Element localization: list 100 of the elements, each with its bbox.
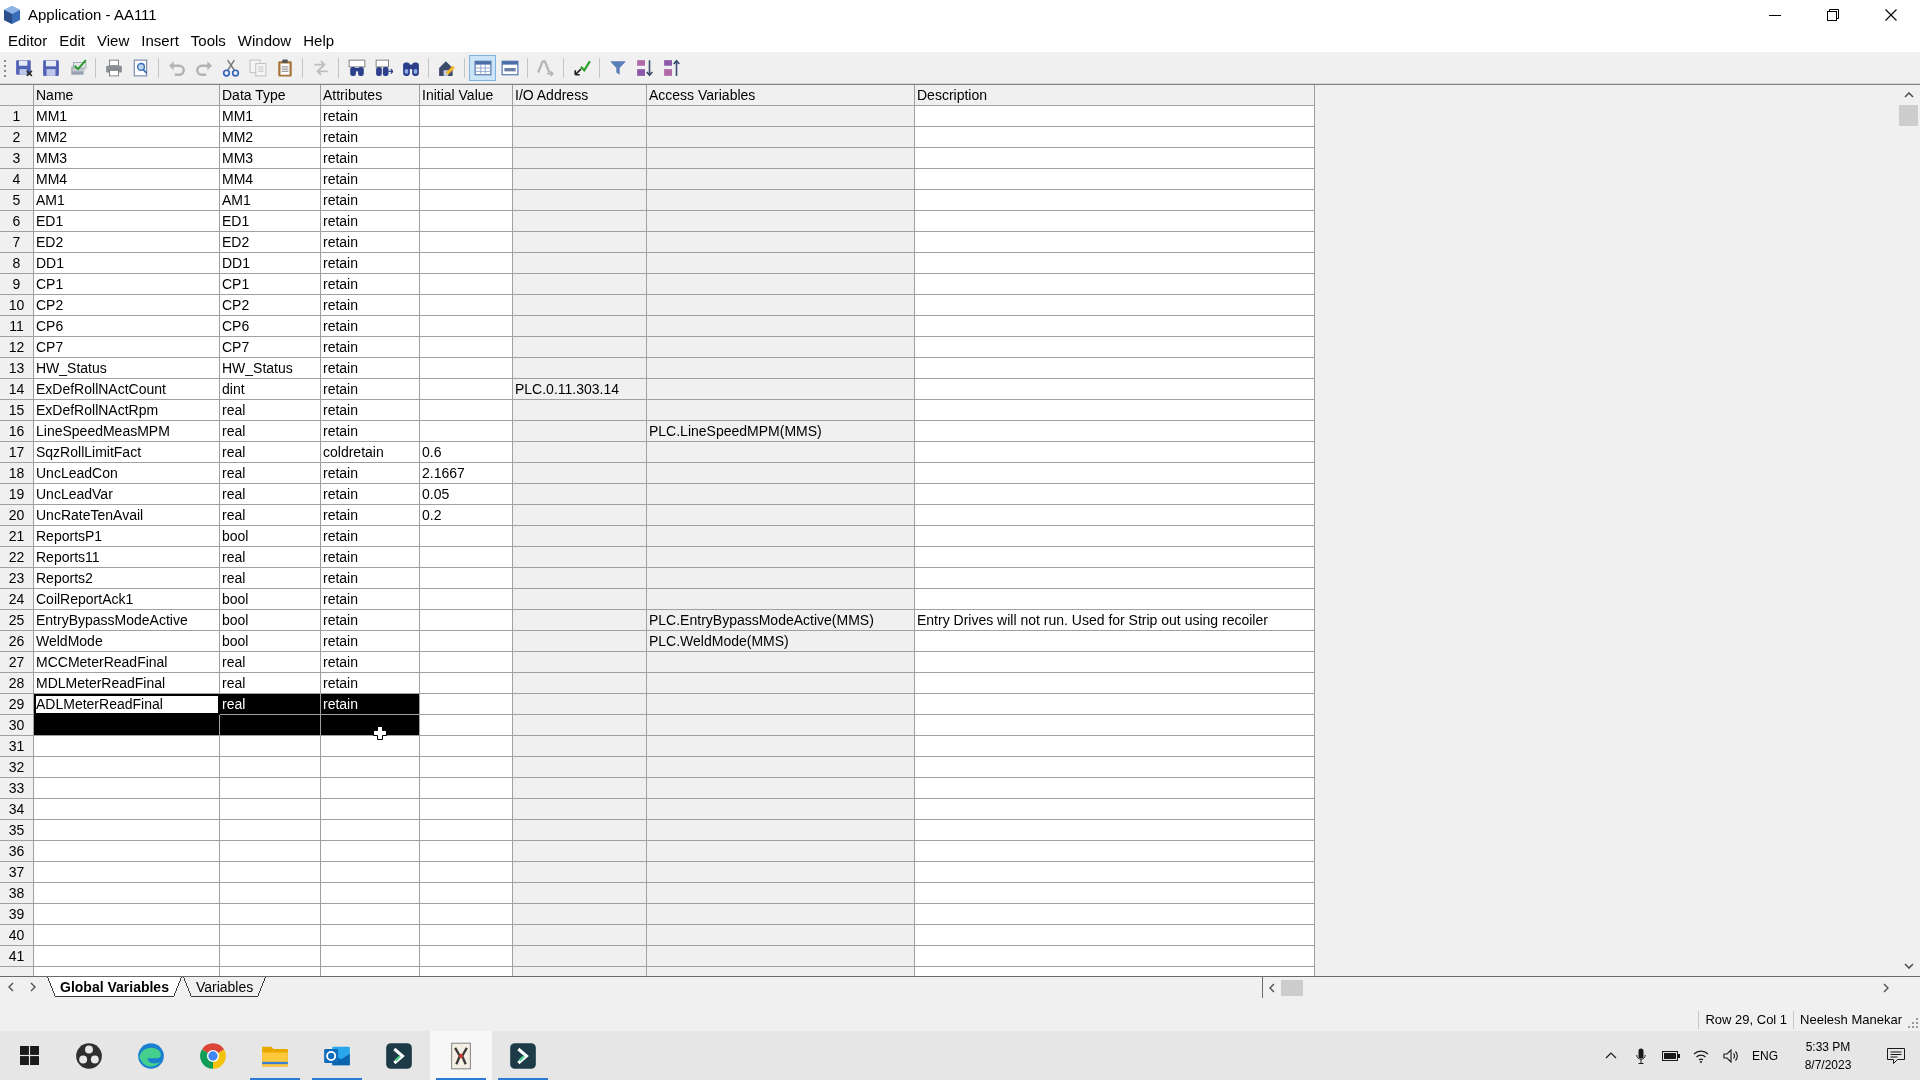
row-number: 29 [0,694,34,715]
menu-item[interactable]: Edit [53,31,92,51]
cube-icon [2,5,22,25]
table-cell: retain [321,568,420,589]
table-cell: retain [321,631,420,652]
window-title: Application - AA111 [28,5,157,25]
table-cell: ED1 [220,211,321,232]
sheet-tab[interactable]: Variables [182,977,267,997]
menu-item[interactable]: Window [231,31,298,51]
table-cell: PLC.WeldMode(MMS) [647,631,915,652]
column-header[interactable]: Access Variables [647,85,915,106]
row-number: 35 [0,820,34,841]
printer-icon [104,58,123,77]
table-cell: retain [321,358,420,379]
table-cell: CP7 [220,337,321,358]
window-panel-icon [500,58,519,77]
table-cell: MDLMeterReadFinal [34,673,220,694]
language-button[interactable]: ENG [1746,1031,1784,1080]
toolbar-button[interactable] [469,54,496,81]
sheet-tab[interactable]: Global Variables [47,977,182,997]
scrollbar-thumb[interactable] [1899,105,1918,126]
table-cell: DD1 [34,253,220,274]
row-number: 25 [0,610,34,631]
restore-icon [1827,9,1839,21]
cross-cursor-icon [373,726,387,740]
toolbar-grip-icon[interactable] [4,58,7,77]
table-cell: Reports2 [34,568,220,589]
row-number: 3 [0,148,34,169]
menu-item[interactable]: Tools [184,31,232,51]
scrollbar-thumb[interactable] [1281,979,1303,996]
table-cell: CP7 [34,337,220,358]
row-number: 26 [0,631,34,652]
clock-button[interactable]: 5:33 PM 8/7/2023 [1784,1031,1872,1080]
table-cell: real [220,568,321,589]
menu-item[interactable]: Editor [2,31,54,51]
table-cell: 0.05 [420,484,513,505]
table-cell: retain [321,463,420,484]
sort-up-icon [662,58,681,77]
row-number: 38 [0,883,34,904]
chevron-tile-icon [385,1041,413,1070]
table-cell: real [220,652,321,673]
row-number: 22 [0,547,34,568]
chevron-tile-icon [509,1041,537,1070]
table-cell: real [220,547,321,568]
speech-bubble-icon [1887,1047,1905,1064]
table-cell: CP1 [220,274,321,295]
row-number: 34 [0,799,34,820]
chevron-up-icon [1605,1052,1617,1059]
menu-item[interactable]: Help [297,31,341,51]
taskbar-button[interactable] [430,1031,492,1080]
row-number: 9 [0,274,34,295]
table-cell: LineSpeedMeasMPM [34,421,220,442]
table-cell: MM2 [220,127,321,148]
table-cell: WeldMode [34,631,220,652]
table-cell: PLC.EntryBypassModeActive(MMS) [647,610,915,631]
grid-window-icon [473,58,492,77]
row-number: 33 [0,778,34,799]
row-number: 20 [0,505,34,526]
table-cell: PLC.0.11.303.14 [513,379,647,400]
table-cell: retain [321,232,420,253]
row-number: 28 [0,673,34,694]
binoculars-arrow-icon [374,58,393,77]
table-cell: retain [321,190,420,211]
menu-item[interactable]: View [91,31,136,51]
table-cell: AM1 [34,190,220,211]
undo-arrow-icon [167,58,186,77]
table-cell: real [220,463,321,484]
menu-item[interactable]: Insert [135,31,185,51]
table-cell: HW_Status [34,358,220,379]
minimize-icon [1769,14,1781,16]
column-header[interactable]: Data Type [220,85,321,106]
row-number: 5 [0,190,34,211]
wifi-icon [1693,1048,1709,1063]
row-number: 13 [0,358,34,379]
cursor-position: Row 29, Col 1 [1698,1011,1794,1029]
table-cell: AM1 [220,190,321,211]
table-cell: EntryBypassModeActive [34,610,220,631]
funnel-icon [608,58,627,77]
row-number: 40 [0,925,34,946]
column-header[interactable]: Attributes [321,85,420,106]
column-header[interactable]: Name [34,85,220,106]
table-cell: bool [220,631,321,652]
row-number: 15 [0,400,34,421]
speaker-icon [1723,1048,1739,1063]
table-cell: MM3 [34,148,220,169]
table-cell: ED2 [220,232,321,253]
binoculars-page-icon [347,58,366,77]
table-cell: retain [321,337,420,358]
column-header[interactable]: I/O Address [513,85,647,106]
table-cell: retain [321,484,420,505]
column-header[interactable]: Initial Value [420,85,513,106]
resize-grip-icon[interactable] [1908,1018,1918,1028]
column-header[interactable]: Description [915,85,1315,106]
table-cell: ADLMeterReadFinal [34,694,220,715]
table-cell: UncLeadCon [34,463,220,484]
row-number: 11 [0,316,34,337]
table-cell: coldretain [321,442,420,463]
scissors-icon [221,58,240,77]
table-cell: Reports11 [34,547,220,568]
row-number: 41 [0,946,34,967]
